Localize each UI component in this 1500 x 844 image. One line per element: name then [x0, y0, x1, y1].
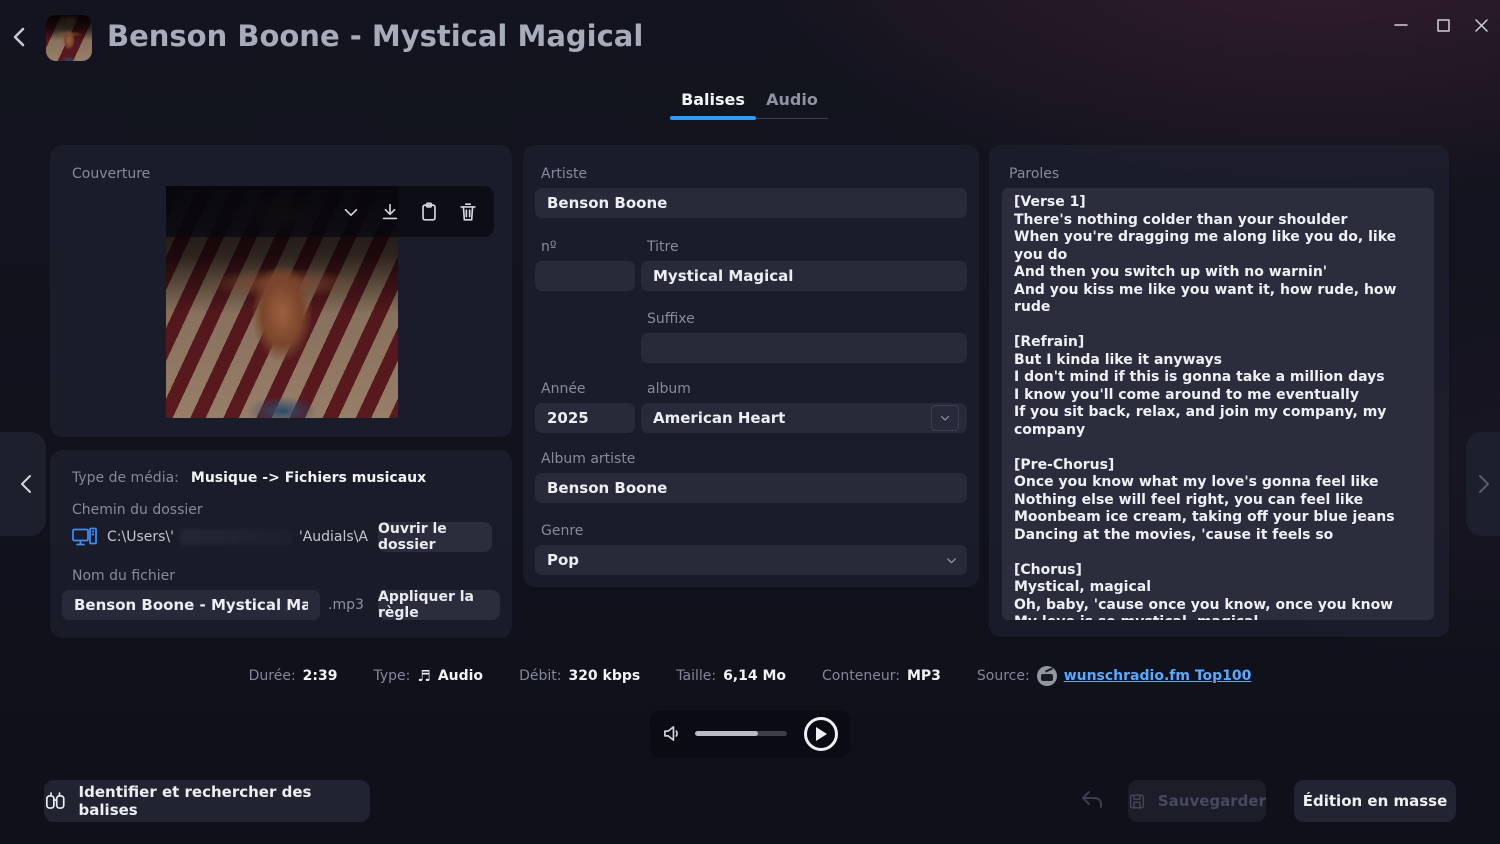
minimize-icon	[1393, 17, 1409, 33]
annee-input[interactable]	[535, 403, 635, 433]
chevron-down-icon	[931, 405, 959, 431]
suffixe-input[interactable]	[641, 333, 967, 363]
paste-clipboard-icon[interactable]	[418, 201, 440, 223]
media-type-label: Type de média:	[72, 470, 179, 486]
radio-icon	[1037, 666, 1057, 686]
media-type-value: Musique -> Fichiers musicaux	[191, 470, 426, 486]
delete-trash-icon[interactable]	[457, 201, 479, 223]
chevron-left-icon	[10, 26, 28, 48]
path-start: C:\Users\'	[107, 529, 174, 545]
lyrics-panel: Paroles [Verse 1] There's nothing colder…	[989, 145, 1449, 637]
volume-fill	[695, 731, 758, 736]
tab-divider	[756, 118, 828, 119]
app-window: Benson Boone - Mystical Magical Balises …	[0, 0, 1500, 844]
computer-icon	[72, 527, 97, 547]
apply-rule-button[interactable]: Appliquer la règle	[378, 590, 500, 620]
chevron-right-icon	[1476, 473, 1492, 495]
size-value: 6,14 Mo	[723, 668, 786, 684]
tags-panel: Artiste nº Titre Suffixe Année album Ame…	[523, 145, 979, 587]
track-number-input[interactable]	[535, 261, 635, 291]
volume-slider[interactable]	[695, 731, 787, 736]
cover-toolbar	[166, 186, 494, 237]
duration-value: 2:39	[303, 668, 338, 684]
close-icon	[1474, 18, 1489, 33]
filename-input[interactable]	[62, 590, 320, 620]
minimize-button[interactable]	[1386, 12, 1416, 38]
undo-arrow-icon	[1078, 788, 1104, 812]
floppy-disk-icon	[1128, 792, 1146, 811]
source-link[interactable]: wunschradio.fm Top100	[1064, 668, 1252, 684]
music-note-icon: ♬	[417, 667, 430, 685]
speaker-icon[interactable]	[662, 724, 683, 743]
redacted-username	[180, 529, 293, 545]
maximize-icon	[1436, 18, 1451, 33]
container-value: MP3	[907, 668, 941, 684]
mini-player	[650, 710, 850, 757]
album-value: American Heart	[653, 409, 931, 427]
cover-label: Couverture	[72, 166, 150, 182]
annee-label: Année	[541, 381, 586, 397]
artiste-input[interactable]	[535, 188, 967, 218]
bitrate-value: 320 kbps	[568, 668, 640, 684]
bulk-edit-button[interactable]: Édition en masse	[1294, 780, 1456, 822]
bitrate-label: Débit:	[519, 668, 561, 684]
save-label: Sauvegarder	[1158, 792, 1266, 810]
type-label: Type:	[373, 668, 410, 684]
filename-row: .mp3 Appliquer la règle	[62, 590, 500, 620]
chevron-left-icon	[18, 473, 34, 495]
album-label: album	[647, 381, 691, 397]
next-track-button[interactable]	[1466, 432, 1500, 536]
chevron-down-icon[interactable]	[340, 201, 362, 223]
genre-value: Pop	[547, 551, 944, 569]
lyrics-textarea[interactable]: [Verse 1] There's nothing colder than yo…	[1002, 188, 1434, 620]
tab-audio[interactable]: Audio	[758, 90, 826, 109]
binoculars-icon	[44, 791, 67, 812]
file-extension: .mp3	[328, 597, 364, 613]
play-icon	[816, 727, 828, 741]
size-label: Taille:	[676, 668, 716, 684]
album-artiste-label: Album artiste	[541, 451, 635, 467]
lyrics-label: Paroles	[1009, 166, 1059, 182]
titre-input[interactable]	[641, 261, 967, 291]
active-tab-indicator	[670, 116, 756, 120]
track-info-bar: Durée: 2:39 Type: ♬ Audio Débit: 320 kbps Ta…	[0, 666, 1500, 686]
artiste-label: Artiste	[541, 166, 587, 182]
folder-path-label: Chemin du dossier	[72, 502, 203, 518]
page-title: Benson Boone - Mystical Magical	[107, 19, 643, 53]
path-end: 'Audials\A	[299, 529, 368, 545]
maximize-button[interactable]	[1428, 12, 1458, 38]
genre-select[interactable]: Pop	[535, 545, 967, 575]
track-number-label: nº	[541, 239, 556, 255]
undo-button[interactable]	[1078, 788, 1106, 814]
identify-tags-label: Identifier et rechercher des balises	[79, 783, 370, 819]
album-select[interactable]: American Heart	[641, 403, 967, 433]
genre-label: Genre	[541, 523, 583, 539]
titre-label: Titre	[647, 239, 679, 255]
album-artiste-input[interactable]	[535, 473, 967, 503]
container-label: Conteneur:	[822, 668, 900, 684]
save-button[interactable]: Sauvegarder	[1128, 780, 1266, 822]
open-folder-button[interactable]: Ouvrir le dossier	[378, 522, 492, 552]
tab-balises[interactable]: Balises	[668, 90, 758, 109]
duration-label: Durée:	[249, 668, 296, 684]
play-button[interactable]	[804, 717, 838, 751]
source-label: Source:	[977, 668, 1030, 684]
download-icon[interactable]	[379, 201, 401, 223]
file-info-panel: Type de média: Musique -> Fichiers music…	[50, 450, 512, 638]
chevron-down-icon	[944, 553, 959, 568]
close-button[interactable]	[1466, 12, 1496, 38]
folder-path-row: C:\Users\' 'Audials\A Ouvrir le dossier	[72, 522, 492, 552]
identify-tags-button[interactable]: Identifier et rechercher des balises	[44, 780, 370, 822]
back-button[interactable]	[6, 22, 32, 52]
prev-track-button[interactable]	[0, 432, 46, 536]
track-thumbnail	[46, 15, 92, 61]
type-value: Audio	[438, 668, 483, 684]
suffixe-label: Suffixe	[647, 311, 695, 327]
cover-panel: Couverture	[50, 145, 512, 437]
filename-label: Nom du fichier	[72, 568, 175, 584]
